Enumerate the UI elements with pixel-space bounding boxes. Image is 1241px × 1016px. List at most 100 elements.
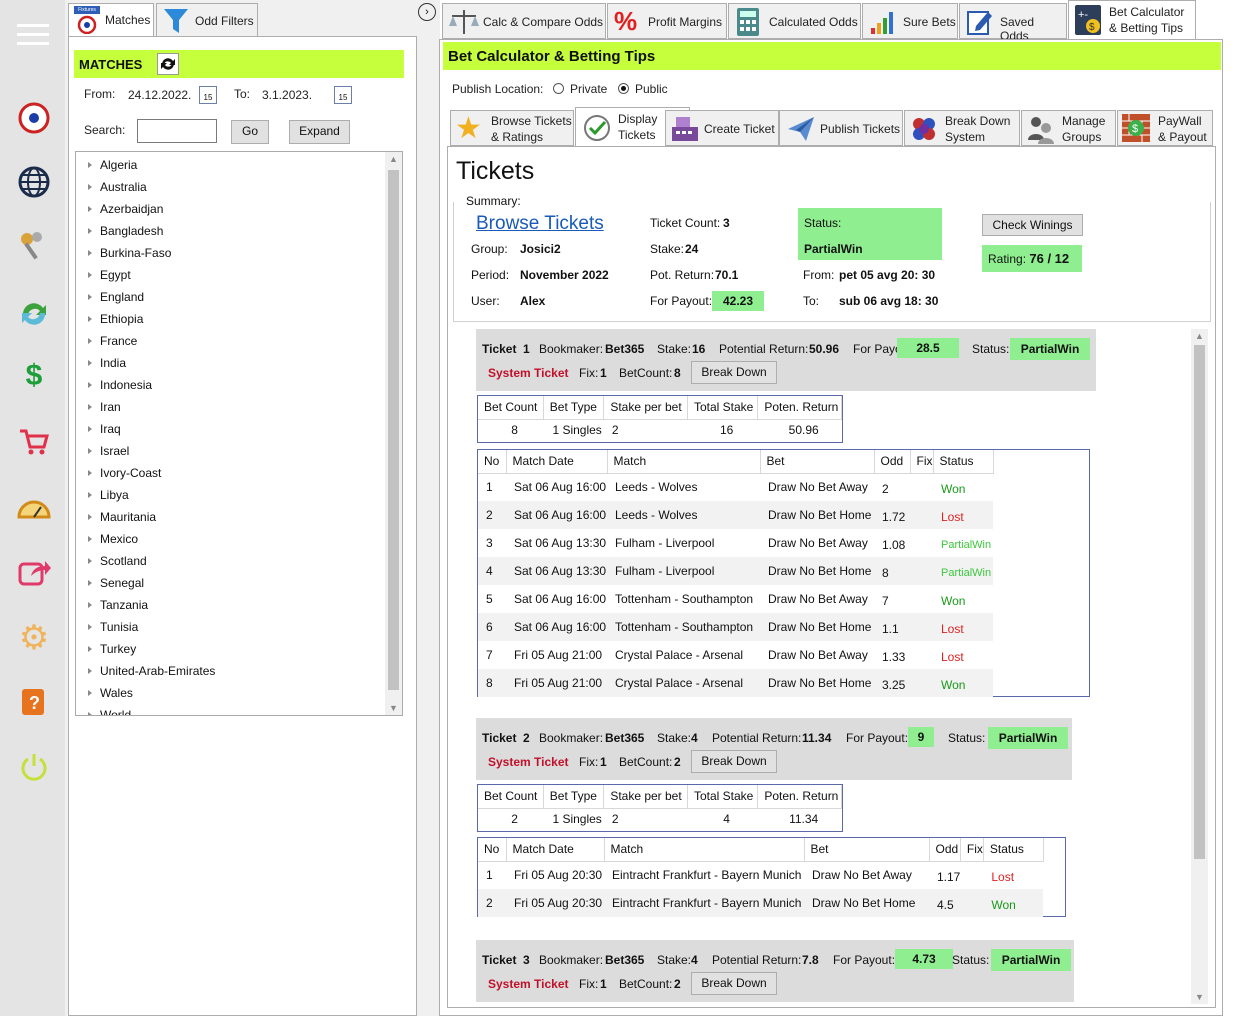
refresh-icon[interactable] [14,294,54,334]
tab-odd-filters[interactable]: Odd Filters [156,3,258,37]
public-radio[interactable] [618,83,629,94]
country-item[interactable]: Ethiopia [76,308,215,330]
tickets-scroll-thumb[interactable] [1194,345,1205,859]
break-down-button[interactable]: Break Down [691,972,777,995]
country-item[interactable]: Libya [76,484,215,506]
tab-calc-compare[interactable]: Calc & Compare Odds [442,3,606,39]
country-item[interactable]: Ivory-Coast [76,462,215,484]
match-row[interactable]: 2 Fri 05 Aug 20:30 Eintracht Frankfurt - B… [478,889,1044,917]
match-row[interactable]: 1 Sat 06 Aug 16:00 Leeds - Wolves Draw No B… [478,473,993,501]
country-item[interactable]: Algeria [76,154,215,176]
country-item[interactable]: Tunisia [76,616,215,638]
tab-calculated-odds[interactable]: Calculated Odds [728,3,861,39]
from-calendar-icon[interactable]: 15 [199,86,217,104]
country-item[interactable]: Turkey [76,638,215,660]
match-row[interactable]: 8 Fri 05 Aug 21:00 Crystal Palace - Arsena… [478,669,993,697]
country-item[interactable]: India [76,352,215,374]
matches-header-bar: MATCHES [74,50,404,78]
country-item[interactable]: England [76,286,215,308]
country-item[interactable]: Azerbaidjan [76,198,215,220]
subtab-break-down-system[interactable]: Break Down System [904,110,1020,146]
country-item[interactable]: Iraq [76,418,215,440]
match-cell [910,557,933,585]
search-input[interactable] [137,119,217,143]
country-item[interactable]: Senegal [76,572,215,594]
match-row[interactable]: 6 Sat 06 Aug 16:00 Tottenham - Southampton… [478,613,993,641]
match-row[interactable]: 5 Sat 06 Aug 16:00 Tottenham - Southampton… [478,585,993,613]
match-row[interactable]: 4 Sat 06 Aug 13:30 Fulham - Liverpool Draw … [478,557,993,585]
bookmaker-value: Bet365 [605,342,645,356]
break-down-button[interactable]: Break Down [691,750,777,773]
betcount-value: 8 [674,366,681,380]
scroll-down-icon[interactable]: ▼ [389,703,398,713]
power-icon[interactable] [14,746,54,786]
menu-icon[interactable] [14,14,54,54]
to-date[interactable]: 3.1.2023. [262,88,312,102]
country-item[interactable]: Mexico [76,528,215,550]
expand-button[interactable]: Expand [289,120,350,144]
gear-icon[interactable]: ⚙ [14,618,54,658]
soccer-ball-icon[interactable] [14,98,54,138]
browse-tickets-link[interactable]: Browse Tickets [476,213,604,235]
tab-sure-bets[interactable]: Sure Bets [862,3,958,39]
tree-scroll-thumb[interactable] [388,170,399,690]
country-item[interactable]: Iran [76,396,215,418]
match-row[interactable]: 3 Sat 06 Aug 13:30 Fulham - Liverpool Draw … [478,529,993,557]
help-book-icon[interactable]: ? [14,682,54,722]
tab-bet-calculator[interactable]: +- $ Bet Calculator & Betting Tips [1068,0,1196,40]
tab-matches[interactable]: Fixtures Matches [68,3,154,37]
tickets-scrollbar[interactable]: ▲ ▼ [1191,329,1208,1004]
for-payout-value: 42.23 [712,291,764,311]
country-item[interactable]: World [76,704,215,715]
country-item[interactable]: Scotland [76,550,215,572]
tab-saved-odds[interactable]: Saved Odds [959,3,1067,43]
country-item[interactable]: Israel [76,440,215,462]
break-down-button[interactable]: Break Down [691,361,777,384]
globe-icon[interactable] [14,162,54,202]
tree-scrollbar[interactable]: ▲ ▼ [385,152,402,715]
private-radio[interactable] [553,83,564,94]
tickets-title: Tickets [456,157,535,185]
collapse-pane-button[interactable]: › [418,3,436,21]
match-cell [910,529,933,557]
system-ticket-label: System Ticket [488,755,569,769]
scroll-up-icon[interactable]: ▲ [389,154,398,164]
bar-chart-icon [871,12,893,34]
country-item[interactable]: France [76,330,215,352]
subtab-publish-tickets[interactable]: Publish Tickets [779,110,903,146]
cart-icon[interactable] [14,422,54,462]
country-item[interactable]: Tanzania [76,594,215,616]
scroll-up-icon[interactable]: ▲ [1195,331,1204,341]
rating-value: 76 / 12 [1029,251,1070,266]
country-item[interactable]: Egypt [76,264,215,286]
match-row[interactable]: 7 Fri 05 Aug 21:00 Crystal Palace - Arsena… [478,641,993,669]
subtab-manage-groups[interactable]: Manage Groups [1021,110,1116,146]
tab-profit-margins[interactable]: % Profit Margins [607,3,727,39]
ticket-number: 3 [523,953,530,967]
match-row[interactable]: 2 Sat 06 Aug 16:00 Leeds - Wolves Draw No B… [478,501,993,529]
match-cell [910,473,933,501]
country-item[interactable]: Mauritania [76,506,215,528]
to-calendar-icon[interactable]: 15 [334,86,352,104]
go-button[interactable]: Go [231,120,269,144]
country-item[interactable]: Indonesia [76,374,215,396]
check-winings-button[interactable]: Check Winings [982,214,1083,236]
dollar-icon[interactable]: $ [14,356,54,396]
country-item[interactable]: Burkina-Faso [76,242,215,264]
chevron-right-icon: › [425,6,429,18]
country-item[interactable]: Australia [76,176,215,198]
keys-icon[interactable] [14,226,54,266]
refresh-matches-button[interactable] [157,53,179,75]
from-date[interactable]: 24.12.2022. [128,88,191,102]
country-item[interactable]: United-Arab-Emirates [76,660,215,682]
country-item[interactable]: Bangladesh [76,220,215,242]
match-row[interactable]: 1 Fri 05 Aug 20:30 Eintracht Frankfurt - B… [478,861,1043,889]
gauge-icon[interactable] [14,488,54,528]
country-item[interactable]: Wales [76,682,215,704]
subtab-paywall[interactable]: $ PayWall & Payout [1117,110,1213,146]
scroll-down-icon[interactable]: ▼ [1195,992,1204,1002]
share-icon[interactable] [14,552,54,592]
subtab-create-ticket[interactable]: Create Ticket [665,110,779,146]
match-cell [910,585,933,613]
subtab-browse-tickets[interactable]: ★ Browse Tickets & Ratings [450,110,574,146]
